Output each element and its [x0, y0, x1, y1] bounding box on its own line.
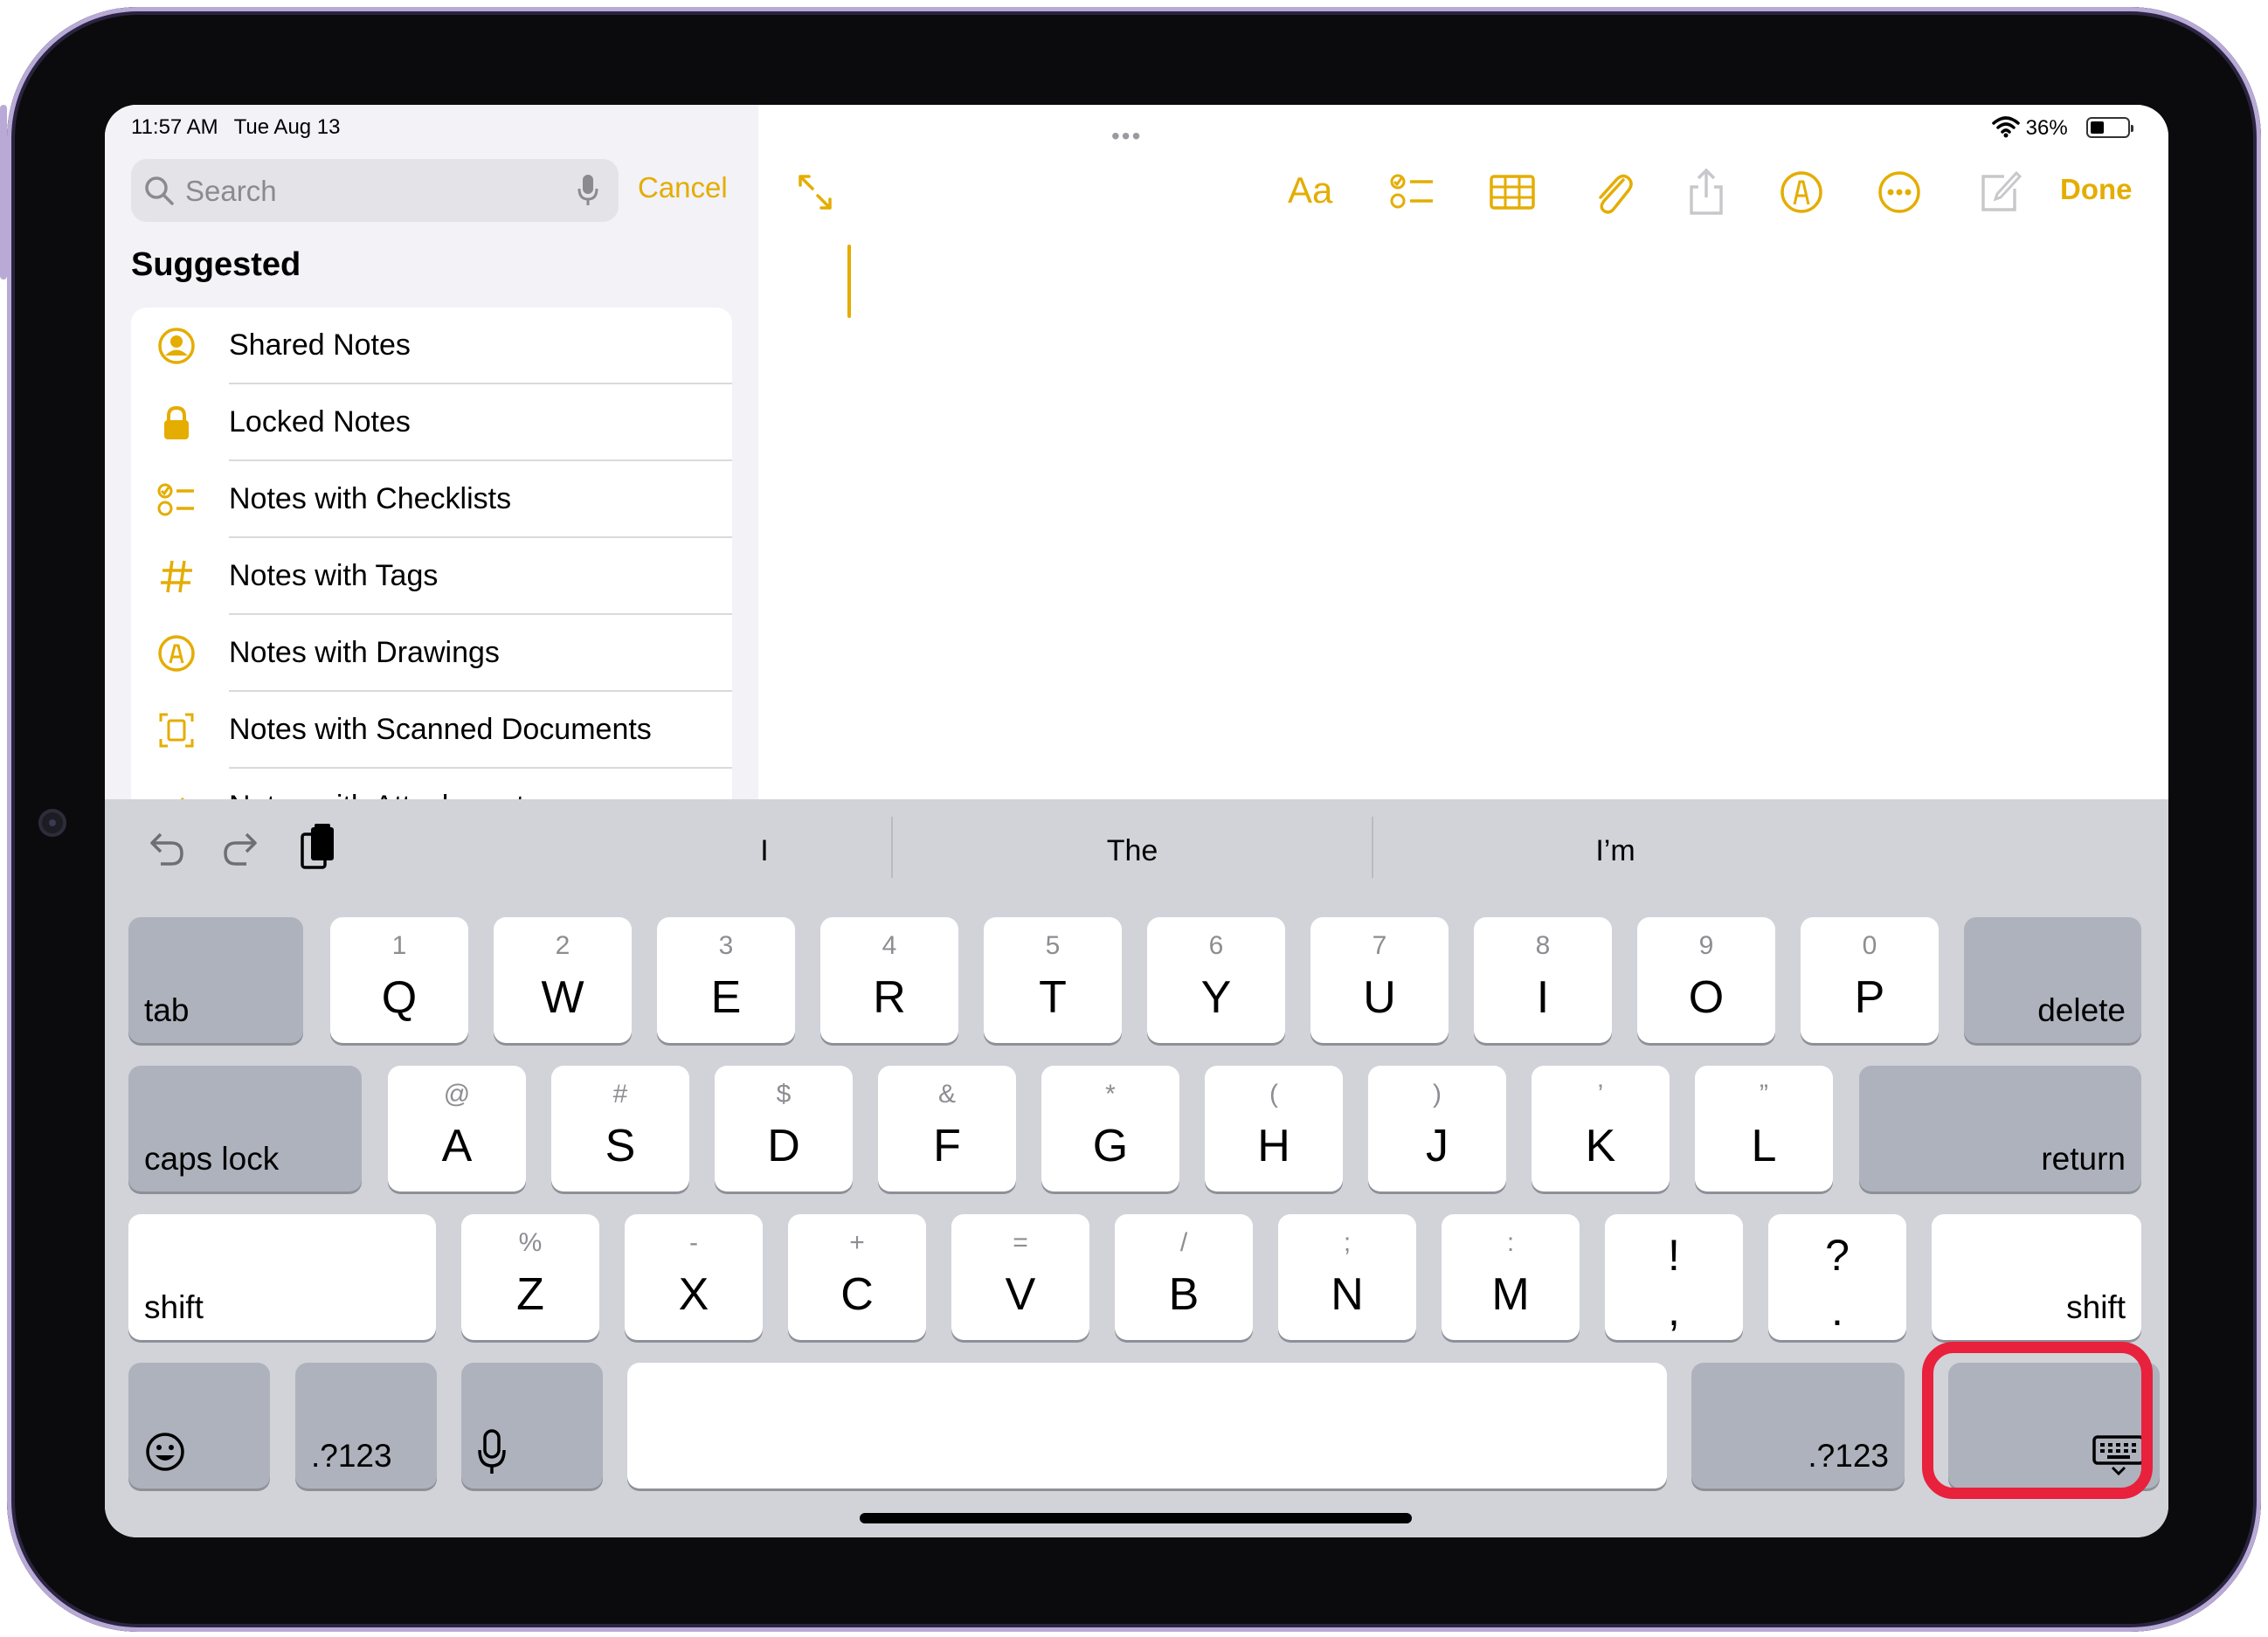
key-q[interactable]: 1Q: [330, 917, 468, 1043]
list-item-label: Notes with Checklists: [229, 482, 512, 515]
key-a[interactable]: @ A: [388, 1066, 526, 1191]
list-item[interactable]: Notes with Drawings: [131, 615, 732, 692]
microphone-icon: [478, 1429, 506, 1474]
paste-icon[interactable]: [299, 824, 339, 873]
lock-icon: [164, 405, 189, 439]
key-o[interactable]: 9O: [1637, 917, 1775, 1043]
screen: 11:57 AM Tue Aug 13 Search Cancel Suggest…: [105, 105, 2168, 1537]
sidebar: 11:57 AM Tue Aug 13 Search Cancel Suggest…: [105, 105, 758, 814]
key-k[interactable]: ’ K: [1532, 1066, 1670, 1191]
share-icon[interactable]: [1686, 168, 1726, 217]
list-item[interactable]: Notes with Checklists: [131, 461, 732, 538]
scan-document-icon: [159, 713, 194, 748]
numbers-key-right[interactable]: .?123: [1691, 1363, 1905, 1488]
key-n[interactable]: ; N: [1278, 1214, 1416, 1340]
search-placeholder: Search: [185, 175, 277, 207]
highlight-box: [1922, 1342, 2153, 1499]
list-item-label: Notes with Scanned Documents: [229, 713, 652, 746]
key-v[interactable]: = V: [951, 1214, 1089, 1340]
front-camera: [38, 809, 66, 837]
hashtag-icon: [161, 560, 192, 593]
shift-key-right[interactable]: shift: [1932, 1214, 2141, 1340]
key-h[interactable]: (H: [1205, 1066, 1343, 1191]
key-s[interactable]: # S: [551, 1066, 689, 1191]
key-r[interactable]: 4R: [820, 917, 958, 1043]
key-question-period[interactable]: ?.: [1768, 1214, 1906, 1340]
format-button[interactable]: Aa: [1288, 169, 1337, 218]
compose-icon[interactable]: [1978, 168, 2022, 217]
emoji-icon: [146, 1433, 184, 1471]
suggested-list: Shared Notes Locked Notes Notes with Che…: [131, 307, 732, 814]
checklist-icon: [157, 483, 194, 516]
key-j[interactable]: ) J: [1368, 1066, 1506, 1191]
key-e[interactable]: 3E: [657, 917, 795, 1043]
key-c[interactable]: + C: [788, 1214, 926, 1340]
numbers-key-left[interactable]: .?123: [295, 1363, 437, 1488]
more-icon[interactable]: [1877, 168, 1922, 217]
suggestion-3[interactable]: I’m: [1373, 834, 1857, 868]
key-l[interactable]: ” L: [1695, 1066, 1833, 1191]
section-title: Suggested: [131, 246, 301, 283]
key-d[interactable]: $ D: [715, 1066, 853, 1191]
markup-icon[interactable]: [1779, 168, 1824, 217]
return-key[interactable]: return: [1859, 1066, 2141, 1191]
person-circle-icon: [158, 328, 195, 364]
key-exclamation-comma[interactable]: !,: [1605, 1214, 1743, 1340]
key-i[interactable]: 8I: [1474, 917, 1612, 1043]
key-w[interactable]: 2W: [494, 917, 632, 1043]
battery-percentage: 36%: [2025, 116, 2068, 140]
dictation-mic-icon[interactable]: [577, 173, 599, 208]
suggestion-2[interactable]: The: [893, 834, 1372, 868]
space-bar[interactable]: [627, 1363, 1667, 1488]
status-clock: 11:57 AM Tue Aug 13: [131, 115, 341, 139]
dictation-key[interactable]: [461, 1363, 603, 1488]
key-g[interactable]: * G: [1041, 1066, 1179, 1191]
status-indicators: 36%: [1992, 115, 2068, 141]
battery-icon: [2086, 117, 2133, 138]
home-indicator[interactable]: [860, 1513, 1412, 1523]
list-item[interactable]: Notes with Tags: [131, 538, 732, 615]
key-b[interactable]: / B: [1115, 1214, 1253, 1340]
caps-lock-key[interactable]: caps lock: [128, 1066, 362, 1191]
power-button: [0, 105, 7, 280]
delete-key[interactable]: delete: [1964, 917, 2141, 1043]
shift-key-left[interactable]: shift: [128, 1214, 436, 1340]
search-icon: [145, 176, 174, 205]
list-item-label: Locked Notes: [229, 405, 411, 439]
expand-icon[interactable]: [795, 168, 835, 217]
list-item-label: Notes with Drawings: [229, 636, 500, 669]
list-item[interactable]: Locked Notes: [131, 384, 732, 461]
attachment-icon[interactable]: [1592, 168, 1634, 217]
done-button[interactable]: Done: [2060, 173, 2133, 206]
key-u[interactable]: 7U: [1310, 917, 1449, 1043]
wifi-icon: [1992, 116, 2020, 138]
list-item[interactable]: Notes with Scanned Documents: [131, 692, 732, 769]
emoji-key[interactable]: [128, 1363, 270, 1488]
text-cursor: [847, 245, 851, 318]
key-y[interactable]: 6Y: [1147, 917, 1285, 1043]
undo-icon[interactable]: [143, 827, 187, 871]
onscreen-keyboard: I The I’m tab 1Q 2W 3E 4R 5T 6Y 7U 8I 9O…: [105, 799, 2168, 1537]
checklist-icon[interactable]: [1389, 168, 1436, 217]
key-p[interactable]: 0P: [1801, 917, 1939, 1043]
list-item-label: Shared Notes: [229, 328, 411, 362]
cancel-button[interactable]: Cancel: [638, 171, 728, 204]
list-item[interactable]: Shared Notes: [131, 307, 732, 384]
note-editor[interactable]: [758, 105, 2168, 799]
pen-circle-icon: [158, 635, 195, 672]
key-z[interactable]: % Z: [461, 1214, 599, 1340]
key-f[interactable]: & F: [878, 1066, 1016, 1191]
search-input[interactable]: Search: [131, 159, 619, 222]
table-icon[interactable]: [1489, 168, 1536, 217]
key-t[interactable]: 5T: [984, 917, 1122, 1043]
redo-icon[interactable]: [220, 827, 264, 871]
list-item-label: Notes with Tags: [229, 559, 439, 592]
key-x[interactable]: -X: [625, 1214, 763, 1340]
key-m[interactable]: :M: [1442, 1214, 1580, 1340]
multitasking-dots[interactable]: •••: [1111, 122, 1142, 150]
tab-key[interactable]: tab: [128, 917, 303, 1043]
